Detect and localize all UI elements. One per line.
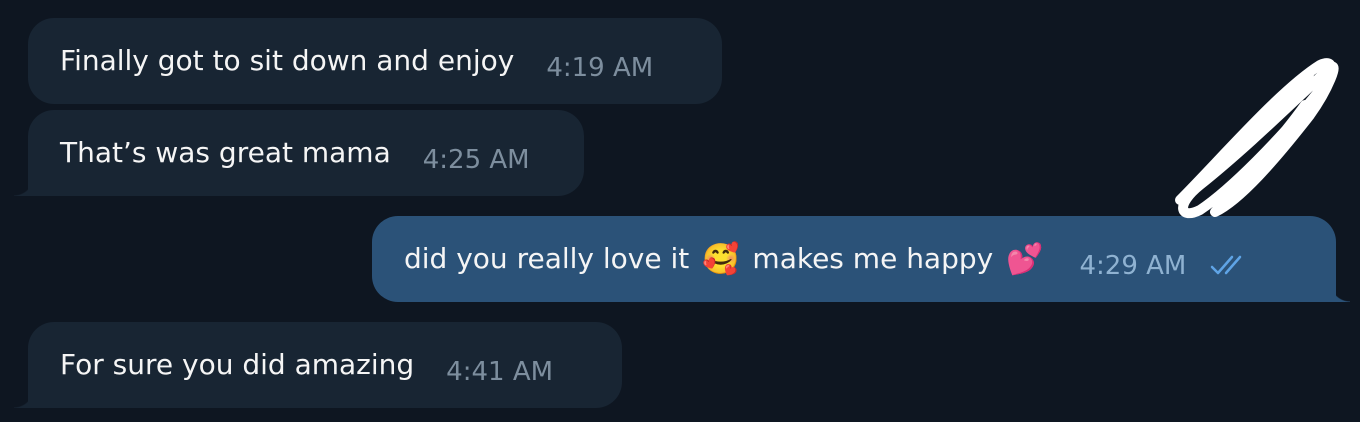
message-text: That’s was great mama xyxy=(60,136,391,169)
message-text: Finally got to sit down and enjoy xyxy=(60,44,515,77)
incoming-message[interactable]: For sure you did amazing 4:41 AM xyxy=(14,322,622,408)
message-timestamp: 4:29 AM xyxy=(1079,251,1187,281)
message-timestamp: 4:41 AM xyxy=(446,357,554,387)
double-check-icon xyxy=(1211,255,1242,275)
message-text-part: makes me happy xyxy=(752,241,994,275)
two-hearts-icon: 💕 xyxy=(1006,241,1044,277)
message-timestamp: 4:19 AM xyxy=(546,53,654,83)
chat-message-list: Finally got to sit down and enjoy 4:19 A… xyxy=(0,0,1360,422)
message-text: did you really love it 🥰 makes me happy … xyxy=(404,242,1047,277)
redaction-scribble xyxy=(1175,58,1339,219)
smiling-face-with-hearts-icon: 🥰 xyxy=(702,241,740,277)
incoming-message[interactable]: Finally got to sit down and enjoy 4:19 A… xyxy=(28,18,722,104)
message-text-part: did you really love it xyxy=(404,241,690,275)
message-text: For sure you did amazing xyxy=(60,348,415,381)
incoming-message[interactable]: That’s was great mama 4:25 AM xyxy=(14,110,584,196)
message-timestamp: 4:25 AM xyxy=(422,145,530,175)
outgoing-message[interactable]: did you really love it 🥰 makes me happy … xyxy=(372,216,1350,302)
